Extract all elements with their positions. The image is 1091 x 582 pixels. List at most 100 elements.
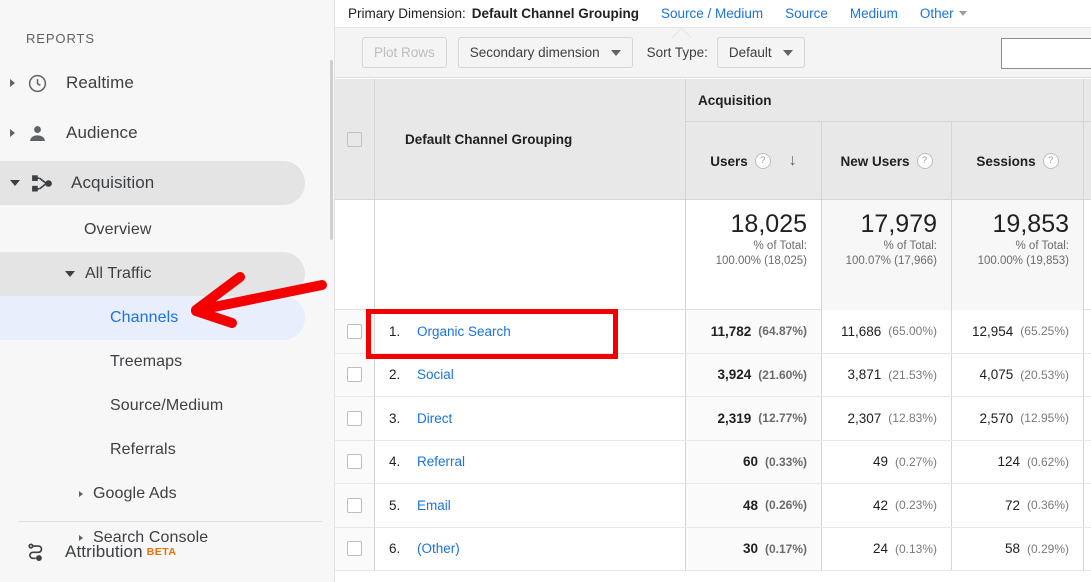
row-checkbox[interactable] [347, 454, 362, 469]
row-checkbox[interactable] [347, 324, 362, 339]
totals-of-total-label: % of Total: [1016, 239, 1070, 254]
chevron-down-icon[interactable] [10, 180, 20, 186]
sort-type-button[interactable]: Default [717, 37, 805, 68]
table-row[interactable]: 5. Email 48 (0.26%) 42 (0.23%) 72 (0.36%… [335, 484, 1091, 528]
row-checkbox[interactable] [347, 367, 362, 382]
sort-type-value: Default [729, 45, 772, 60]
row-select-cell [335, 528, 374, 571]
row-select-cell [335, 397, 374, 440]
chevron-right-icon[interactable] [10, 129, 15, 137]
search-input[interactable] [1001, 38, 1091, 69]
sidebar-scrollbar[interactable] [330, 60, 333, 240]
dimension-link-medium[interactable]: Medium [850, 6, 898, 21]
row-new-users-pct: (0.27%) [895, 455, 937, 469]
chevron-down-icon[interactable] [65, 271, 75, 277]
sidebar-item-acquisition[interactable]: Acquisition [0, 158, 335, 208]
row-users-cell: 2,319 (12.77%) [686, 397, 821, 440]
sort-desc-icon[interactable]: ↓ [789, 153, 797, 169]
sidebar-nav: Realtime Audience [0, 58, 335, 560]
dimension-other-label: Other [920, 6, 954, 21]
attribution-icon [23, 539, 49, 565]
row-users-cell: 48 (0.26%) [686, 484, 821, 527]
row-dimension-link[interactable]: Referral [417, 454, 465, 469]
table-body: 1. Organic Search 11,782 (64.87%) 11,686… [335, 310, 1091, 571]
row-dimension-link[interactable]: Social [417, 367, 454, 382]
row-checkbox[interactable] [347, 498, 362, 513]
help-icon[interactable]: ? [755, 153, 771, 169]
row-dimension-link[interactable]: Direct [417, 411, 452, 426]
row-new-users-cell: 49 (0.27%) [822, 441, 951, 484]
totals-value: 17,979 [861, 209, 937, 239]
sidebar-item-label: Referrals [110, 441, 176, 459]
chevron-right-icon[interactable] [79, 491, 83, 497]
sidebar-item-label: Channels [110, 309, 178, 327]
acquisition-group-header: Acquisition [686, 79, 1091, 122]
metric-header-new-users[interactable]: New Users ? [822, 122, 951, 200]
sidebar-divider [18, 521, 322, 522]
sidebar-item-realtime[interactable]: Realtime [0, 58, 335, 108]
sidebar-item-attribution[interactable]: Attribution BETA [0, 528, 335, 576]
dimension-header-label: Default Channel Grouping [405, 132, 572, 147]
dimension-column-header[interactable]: Default Channel Grouping [375, 79, 685, 200]
row-index: 1. [389, 324, 409, 339]
metric-header-sessions[interactable]: Sessions ? [952, 122, 1083, 200]
row-users-value: 3,924 [718, 367, 752, 382]
metric-header-users[interactable]: Users ? ↓ [686, 122, 821, 200]
row-sessions-pct: (65.25%) [1020, 324, 1069, 338]
totals-sessions: 19,853 % of Total: 100.00% (19,853) [952, 200, 1083, 310]
row-new-users-pct: (0.13%) [895, 542, 937, 556]
help-icon[interactable]: ? [1043, 153, 1059, 169]
row-dimension-link[interactable]: (Other) [417, 541, 460, 556]
dimension-link-source[interactable]: Source [785, 6, 828, 21]
secondary-dimension-button[interactable]: Secondary dimension [458, 37, 633, 68]
data-table: Default Channel Grouping Acquisition Use… [335, 79, 1091, 571]
row-dimension-cell: 2. Social [375, 354, 685, 397]
totals-new-users: 17,979 % of Total: 100.07% (17,966) [822, 200, 951, 310]
row-dimension-link[interactable]: Organic Search [417, 324, 511, 339]
row-sessions-value: 124 [997, 454, 1020, 469]
sidebar-item-label: Attribution [65, 542, 143, 562]
row-users-value: 48 [743, 498, 758, 513]
table-row[interactable]: 2. Social 3,924 (21.60%) 3,871 (21.53%) … [335, 354, 1091, 398]
main-content: Primary Dimension: Default Channel Group… [335, 0, 1091, 582]
sidebar-item-google-ads[interactable]: Google Ads [0, 472, 335, 516]
row-checkbox[interactable] [347, 411, 362, 426]
table-row[interactable]: 6. (Other) 30 (0.17%) 24 (0.13%) 58 (0.2… [335, 528, 1091, 572]
chevron-right-icon[interactable] [10, 79, 15, 87]
row-users-pct: (64.87%) [758, 324, 807, 338]
acquisition-icon [29, 170, 55, 196]
sidebar-item-treemaps[interactable]: Treemaps [0, 340, 335, 384]
row-new-users-pct: (12.83%) [888, 411, 937, 425]
sidebar-item-source-medium[interactable]: Source/Medium [0, 384, 335, 428]
row-users-cell: 60 (0.33%) [686, 441, 821, 484]
sidebar-item-referrals[interactable]: Referrals [0, 428, 335, 472]
plot-rows-button[interactable]: Plot Rows [362, 37, 447, 68]
row-checkbox[interactable] [347, 541, 362, 556]
sidebar-section-label: REPORTS [26, 31, 95, 46]
row-new-users-pct: (21.53%) [888, 368, 937, 382]
plot-rows-label: Plot Rows [374, 45, 435, 60]
sidebar-item-all-traffic[interactable]: All Traffic [0, 252, 335, 296]
row-dimension-cell: 1. Organic Search [375, 310, 685, 353]
row-users-value: 11,782 [711, 324, 752, 339]
table-row[interactable]: 1. Organic Search 11,782 (64.87%) 11,686… [335, 310, 1091, 354]
help-icon[interactable]: ? [917, 153, 933, 169]
table-row[interactable]: 4. Referral 60 (0.33%) 49 (0.27%) 124 (0… [335, 441, 1091, 485]
sidebar-item-overview[interactable]: Overview [0, 208, 335, 252]
sidebar-item-label: Treemaps [110, 353, 182, 371]
select-all-checkbox[interactable] [347, 132, 362, 147]
row-sessions-value: 72 [1005, 498, 1020, 513]
row-sessions-value: 58 [1005, 541, 1020, 556]
dimension-link-other[interactable]: Other [920, 6, 967, 21]
dimension-link-source-medium[interactable]: Source / Medium [661, 6, 763, 21]
sidebar: REPORTS Realtime [0, 0, 335, 582]
row-users-pct: (21.60%) [758, 368, 807, 382]
sort-type-label: Sort Type: [647, 45, 708, 60]
row-dimension-link[interactable]: Email [417, 498, 451, 513]
row-users-pct: (0.33%) [765, 455, 807, 469]
row-sessions-cell: 2,570 (12.95%) [952, 397, 1083, 440]
sidebar-item-channels[interactable]: Channels [0, 296, 335, 340]
table-row[interactable]: 3. Direct 2,319 (12.77%) 2,307 (12.83%) … [335, 397, 1091, 441]
row-sessions-value: 2,570 [980, 411, 1014, 426]
sidebar-item-audience[interactable]: Audience [0, 108, 335, 158]
